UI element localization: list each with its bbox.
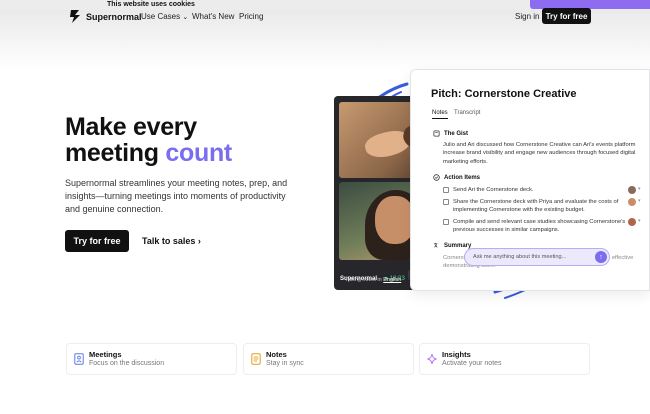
hero-description: Supernormal streamlines your meeting not… (65, 178, 288, 214)
nav-try-free-button[interactable]: Try for free (542, 8, 591, 24)
chevron-down-icon[interactable]: ▾ (638, 198, 641, 204)
notes-icon (251, 353, 261, 365)
tab-transcript[interactable]: Transcript (454, 110, 480, 116)
chevron-down-icon[interactable]: ▾ (638, 186, 641, 192)
nav-whats-new[interactable]: What's New (192, 12, 234, 21)
status-language-text: Taking notes in English (345, 277, 401, 283)
panel-title: Pitch: Cornerstone Creative (431, 88, 577, 100)
meetings-icon (74, 353, 84, 365)
tab-notes[interactable]: Notes (432, 110, 448, 119)
gist-text: Julio and Ari discussed how Cornerstone … (443, 142, 636, 165)
action-items-heading: Action Items (433, 174, 480, 181)
translate-icon (433, 242, 438, 248)
feature-card-insights[interactable]: Insights Activate your notes (419, 343, 590, 375)
summary-heading: Summary (433, 242, 471, 249)
feature-card-meetings[interactable]: Meetings Focus on the discussion (66, 343, 237, 375)
sparkle-icon (427, 353, 437, 365)
send-arrow-icon[interactable]: ↑ (595, 251, 607, 263)
cookie-banner-text: This website uses cookies (107, 1, 195, 8)
brand-logo[interactable]: Supernormal (68, 9, 142, 24)
gist-heading: The Gist (433, 130, 468, 137)
feature-subtitle: Focus on the discussion (89, 360, 165, 367)
hero-title: Make every meeting count (65, 114, 232, 166)
avatar[interactable] (628, 198, 636, 206)
action-item: Send Ari the Cornerstone deck. (443, 186, 621, 194)
action-item: Share the Cornerstone deck with Priya an… (443, 198, 627, 214)
nav-use-cases-label: Use Cases (141, 12, 181, 21)
feature-title: Meetings (89, 350, 122, 359)
feature-subtitle: Stay in sync (266, 360, 304, 367)
action-item-text: Send Ari the Cornerstone deck. (453, 187, 534, 193)
signin-link[interactable]: Sign in (515, 12, 539, 21)
action-item-text: Share the Cornerstone deck with Priya an… (453, 199, 619, 213)
check-circle-icon (433, 174, 440, 181)
avatar[interactable] (628, 186, 636, 194)
ask-meeting-placeholder: Ask me anything about this meeting... (473, 254, 567, 260)
talk-to-sales-link[interactable]: Talk to sales › (142, 236, 201, 246)
action-checkbox[interactable] (443, 219, 449, 225)
feature-title: Notes (266, 350, 287, 359)
language-link[interactable]: English (383, 277, 401, 283)
brand-name: Supernormal (86, 11, 142, 22)
hero-try-free-button[interactable]: Try for free (65, 230, 129, 252)
nav-use-cases[interactable]: Use Cases ⌄ (141, 12, 188, 21)
action-item: Compile and send relevant case studies s… (443, 218, 627, 234)
chevron-down-icon[interactable]: ▾ (638, 218, 641, 224)
hero-title-line2: meeting count (65, 140, 232, 166)
participant-face (375, 196, 415, 244)
chevron-down-icon: ⌄ (182, 14, 189, 21)
hero-title-accent: count (165, 139, 232, 167)
gist-heading-label: The Gist (444, 130, 469, 137)
gist-icon (433, 130, 440, 137)
feature-subtitle: Activate your notes (442, 360, 502, 367)
hero-title-plain: meeting (65, 139, 159, 167)
action-checkbox[interactable] (443, 199, 449, 205)
supernormal-logo-icon (70, 10, 80, 23)
action-checkbox[interactable] (443, 187, 449, 193)
hero-title-line1: Make every (65, 113, 197, 141)
status-text: Taking notes in (345, 277, 382, 283)
nav-pricing[interactable]: Pricing (239, 12, 263, 21)
feature-title: Insights (442, 350, 471, 359)
talk-to-sales-label: Talk to sales (142, 236, 196, 246)
summary-heading-label: Summary (444, 242, 472, 249)
chevron-right-icon: › (197, 236, 201, 246)
avatar[interactable] (628, 218, 636, 226)
ask-meeting-input[interactable]: Ask me anything about this meeting... (464, 248, 610, 266)
action-item-text: Compile and send relevant case studies s… (453, 219, 626, 233)
action-items-heading-label: Action Items (444, 174, 481, 181)
feature-card-notes[interactable]: Notes Stay in sync (243, 343, 414, 375)
